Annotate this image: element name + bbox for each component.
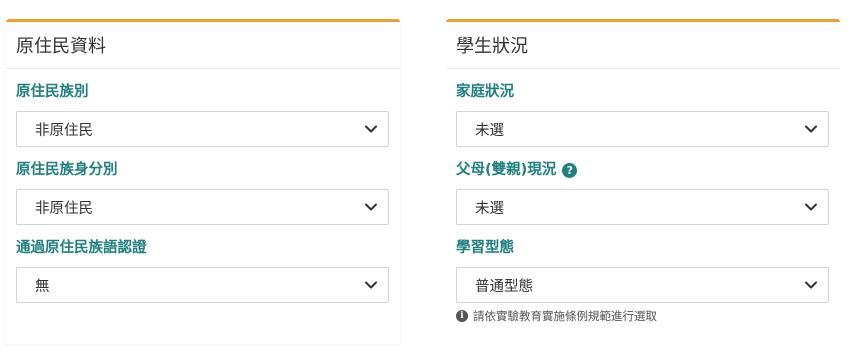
field-label: 通過原住民族語認證 [16,238,389,258]
field-family-status: 家庭狀況 未選 [456,82,829,147]
chevron-down-icon [805,281,817,289]
select-value: 未選 [475,200,504,217]
field-label-text: 父母(雙親)現況 [456,162,557,178]
indigenous-status-select[interactable]: 非原住民 [16,189,389,225]
select-value: 未選 [475,122,504,139]
learning-type-hint: i 請依實驗教育實施條例規範進行選取 [456,308,829,324]
field-label-text: 學習型態 [456,240,514,256]
field-language-cert: 通過原住民族語認證 無 [16,238,389,303]
select-value: 非原住民 [35,122,93,139]
field-parents-status: 父母(雙親)現況 ? 未選 [456,160,829,225]
select-value: 無 [35,278,50,295]
chevron-down-icon [805,125,817,133]
panel-title: 學生狀況 [446,22,840,69]
field-label-text: 原住民族身分別 [16,162,118,178]
field-label-text: 家庭狀況 [456,84,514,100]
field-label: 原住民族身分別 [16,160,389,180]
learning-type-select[interactable]: 普通型態 [456,267,829,303]
parents-status-select[interactable]: 未選 [456,189,829,225]
select-value: 非原住民 [35,200,93,217]
field-label: 家庭狀況 [456,82,829,102]
field-label: 學習型態 [456,238,829,258]
chevron-down-icon [365,125,377,133]
indigenous-info-panel: 原住民資料 原住民族別 非原住民 原住民族身分別 非原住民 通過原住民族語認證 [6,19,400,344]
language-cert-select[interactable]: 無 [16,267,389,303]
chevron-down-icon [365,281,377,289]
question-circle-icon[interactable]: ? [562,162,578,178]
panel-title: 原住民資料 [6,22,400,69]
indigenous-group-select[interactable]: 非原住民 [16,111,389,147]
field-learning-type: 學習型態 普通型態 i 請依實驗教育實施條例規範進行選取 [456,238,829,324]
family-status-select[interactable]: 未選 [456,111,829,147]
hint-text: 請依實驗教育實施條例規範進行選取 [473,309,657,323]
info-circle-icon: i [456,310,468,322]
student-status-panel: 學生狀況 家庭狀況 未選 父母(雙親)現況 ? 未選 學習型態 普通型態 i 請… [446,19,840,352]
chevron-down-icon [805,203,817,211]
field-label-text: 原住民族別 [16,84,89,100]
field-indigenous-status: 原住民族身分別 非原住民 [16,160,389,225]
field-label: 父母(雙親)現況 ? [456,160,829,180]
field-label-text: 通過原住民族語認證 [16,240,147,256]
field-label: 原住民族別 [16,82,389,102]
chevron-down-icon [365,203,377,211]
select-value: 普通型態 [475,278,533,295]
field-indigenous-group: 原住民族別 非原住民 [16,82,389,147]
